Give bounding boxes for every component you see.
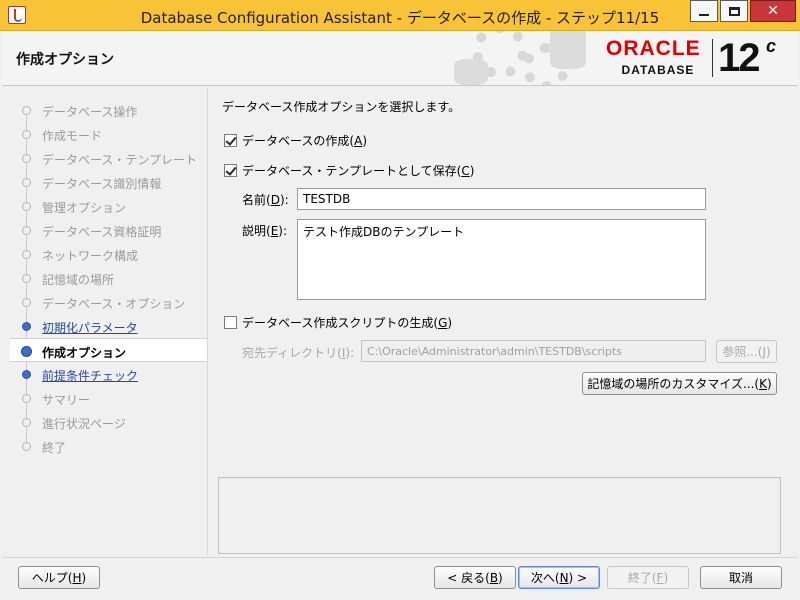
maximize-button[interactable]: [720, 0, 748, 22]
instruction-text: データベース作成オプションを選択します。: [222, 100, 461, 114]
version-suffix: c: [766, 36, 777, 56]
maximize-icon: [728, 6, 740, 16]
minimize-icon: [699, 14, 709, 16]
finish-button[interactable]: 終了(F): [607, 566, 689, 589]
step-indicator-icon: [22, 226, 31, 235]
destination-directory-label: 宛先ディレクトリ(I):: [242, 346, 355, 360]
wizard-step-label: ネットワーク構成: [42, 249, 139, 263]
wizard-step[interactable]: 初期化パラメータ: [10, 314, 207, 338]
wizard-step-label: サマリー: [42, 393, 91, 407]
message-panel: [218, 477, 781, 554]
wizard-step: ネットワーク構成: [10, 242, 207, 266]
wizard-step-label[interactable]: 前提条件チェック: [42, 367, 138, 384]
template-description-label: 説明(E):: [242, 224, 288, 238]
wizard-step: 記憶域の場所: [10, 266, 207, 290]
close-icon: ✕: [767, 3, 779, 19]
database-cylinder-icon: [454, 59, 488, 85]
step-indicator-icon: [22, 178, 31, 187]
wizard-step: 管理オプション: [10, 194, 207, 218]
step-indicator-icon: [22, 298, 31, 307]
step-indicator-icon: [22, 154, 31, 163]
step-indicator-icon: [22, 202, 31, 211]
wizard-step-label: データベース操作: [42, 105, 138, 119]
wizard-step-label: データベース識別情報: [42, 177, 162, 191]
wizard-step-label: データベース・テンプレート: [42, 153, 198, 167]
wizard-step-label[interactable]: 初期化パラメータ: [42, 319, 138, 336]
wizard-step: 終了: [10, 434, 207, 458]
wizard-step: データベース識別情報: [10, 170, 207, 194]
wizard-steps-sidebar: データベース操作 作成モードデータベース・テンプレート データベース識別情報 管理オプ…: [10, 95, 207, 465]
back-button[interactable]: < 戻る(B): [434, 566, 516, 589]
create-database-checkbox-row[interactable]: データベースの作成(A): [224, 132, 367, 149]
template-name-label: 名前(D):: [242, 193, 289, 207]
window-controls: ✕: [690, 0, 796, 22]
step-indicator-icon: [22, 250, 31, 259]
step-indicator-icon: [22, 322, 31, 331]
step-indicator-icon: [22, 274, 31, 283]
wizard-step: サマリー: [10, 386, 207, 410]
wizard-step-label: データベース資格証明: [42, 225, 162, 239]
step-indicator-icon: [22, 106, 31, 115]
browse-button[interactable]: 参照...(J): [716, 340, 777, 363]
oracle-logo-text: ORACLE: [606, 37, 701, 60]
minimize-button[interactable]: [690, 0, 718, 22]
step-indicator-icon: [22, 418, 31, 427]
wizard-step[interactable]: 前提条件チェック: [10, 362, 207, 386]
footer-divider: [2, 557, 798, 558]
oracle-logo: ORACLE DATABASE: [606, 37, 710, 78]
next-button[interactable]: 次へ(N) >: [518, 566, 600, 589]
save-template-label: データベース・テンプレートとして保存(C): [242, 164, 475, 178]
oracle-database-text: DATABASE: [621, 63, 695, 77]
generate-scripts-checkbox-row[interactable]: データベース作成スクリプトの生成(G): [224, 314, 452, 331]
step-indicator-icon: [22, 442, 31, 451]
logo-divider: [712, 39, 713, 77]
database-cylinder-icon: [550, 31, 586, 69]
wizard-step: 作成モード: [10, 122, 207, 146]
step-indicator-icon: [21, 346, 32, 357]
template-description-textarea[interactable]: テスト作成DBのテンプレート: [297, 219, 706, 300]
wizard-step-label: 作成モード: [42, 129, 103, 143]
cancel-button[interactable]: 取消: [700, 566, 782, 589]
save-template-checkbox-row[interactable]: データベース・テンプレートとして保存(C): [224, 162, 474, 179]
wizard-step: データベース・オプション: [10, 290, 207, 314]
save-template-checkbox[interactable]: [224, 164, 237, 177]
step-indicator-icon: [22, 130, 31, 139]
help-button[interactable]: ヘルプ(H): [18, 566, 100, 589]
step-indicator-icon: [22, 394, 31, 403]
window-title: Database Configuration Assistant - データベー…: [140, 9, 660, 27]
main-panel: データベース作成オプションを選択します。 データベースの作成(A) データベース…: [218, 88, 788, 468]
wizard-step-label: データベース・オプション: [42, 297, 186, 311]
generate-scripts-checkbox[interactable]: [224, 316, 237, 329]
wizard-step: 進行状況ページ: [10, 410, 207, 434]
customize-storage-button[interactable]: 記憶域の場所のカスタマイズ...(K): [582, 372, 777, 395]
close-button[interactable]: ✕: [750, 0, 796, 22]
wizard-step: データベース・テンプレート: [10, 146, 207, 170]
wizard-step-label: 進行状況ページ: [42, 417, 126, 431]
version-number: 12: [718, 36, 760, 80]
wizard-step: データベース資格証明: [10, 218, 207, 242]
generate-scripts-label: データベース作成スクリプトの生成(G): [242, 316, 453, 330]
wizard-step: データベース操作: [10, 98, 207, 122]
wizard-step-label: 管理オプション: [42, 201, 127, 215]
step-indicator-icon: [22, 370, 31, 379]
page-title: 作成オプション: [16, 52, 114, 68]
create-database-checkbox[interactable]: [224, 134, 237, 147]
wizard-step-label: 終了: [42, 441, 67, 455]
wizard-step-label[interactable]: 作成オプション: [42, 344, 126, 361]
sidebar-divider: [207, 88, 208, 555]
destination-directory-input[interactable]: C:\Oracle\Administrator\admin\TESTDB\scr…: [361, 340, 706, 362]
page-header: 作成オプション ORACLE DATABASE 12 c: [2, 31, 798, 86]
title-bar: Database Configuration Assistant - データベー…: [0, 0, 800, 31]
template-name-input[interactable]: TESTDB: [297, 188, 706, 210]
wizard-step-label: 記憶域の場所: [42, 273, 115, 287]
create-database-label: データベースの作成(A): [242, 134, 367, 148]
wizard-step[interactable]: 作成オプション: [10, 338, 207, 362]
